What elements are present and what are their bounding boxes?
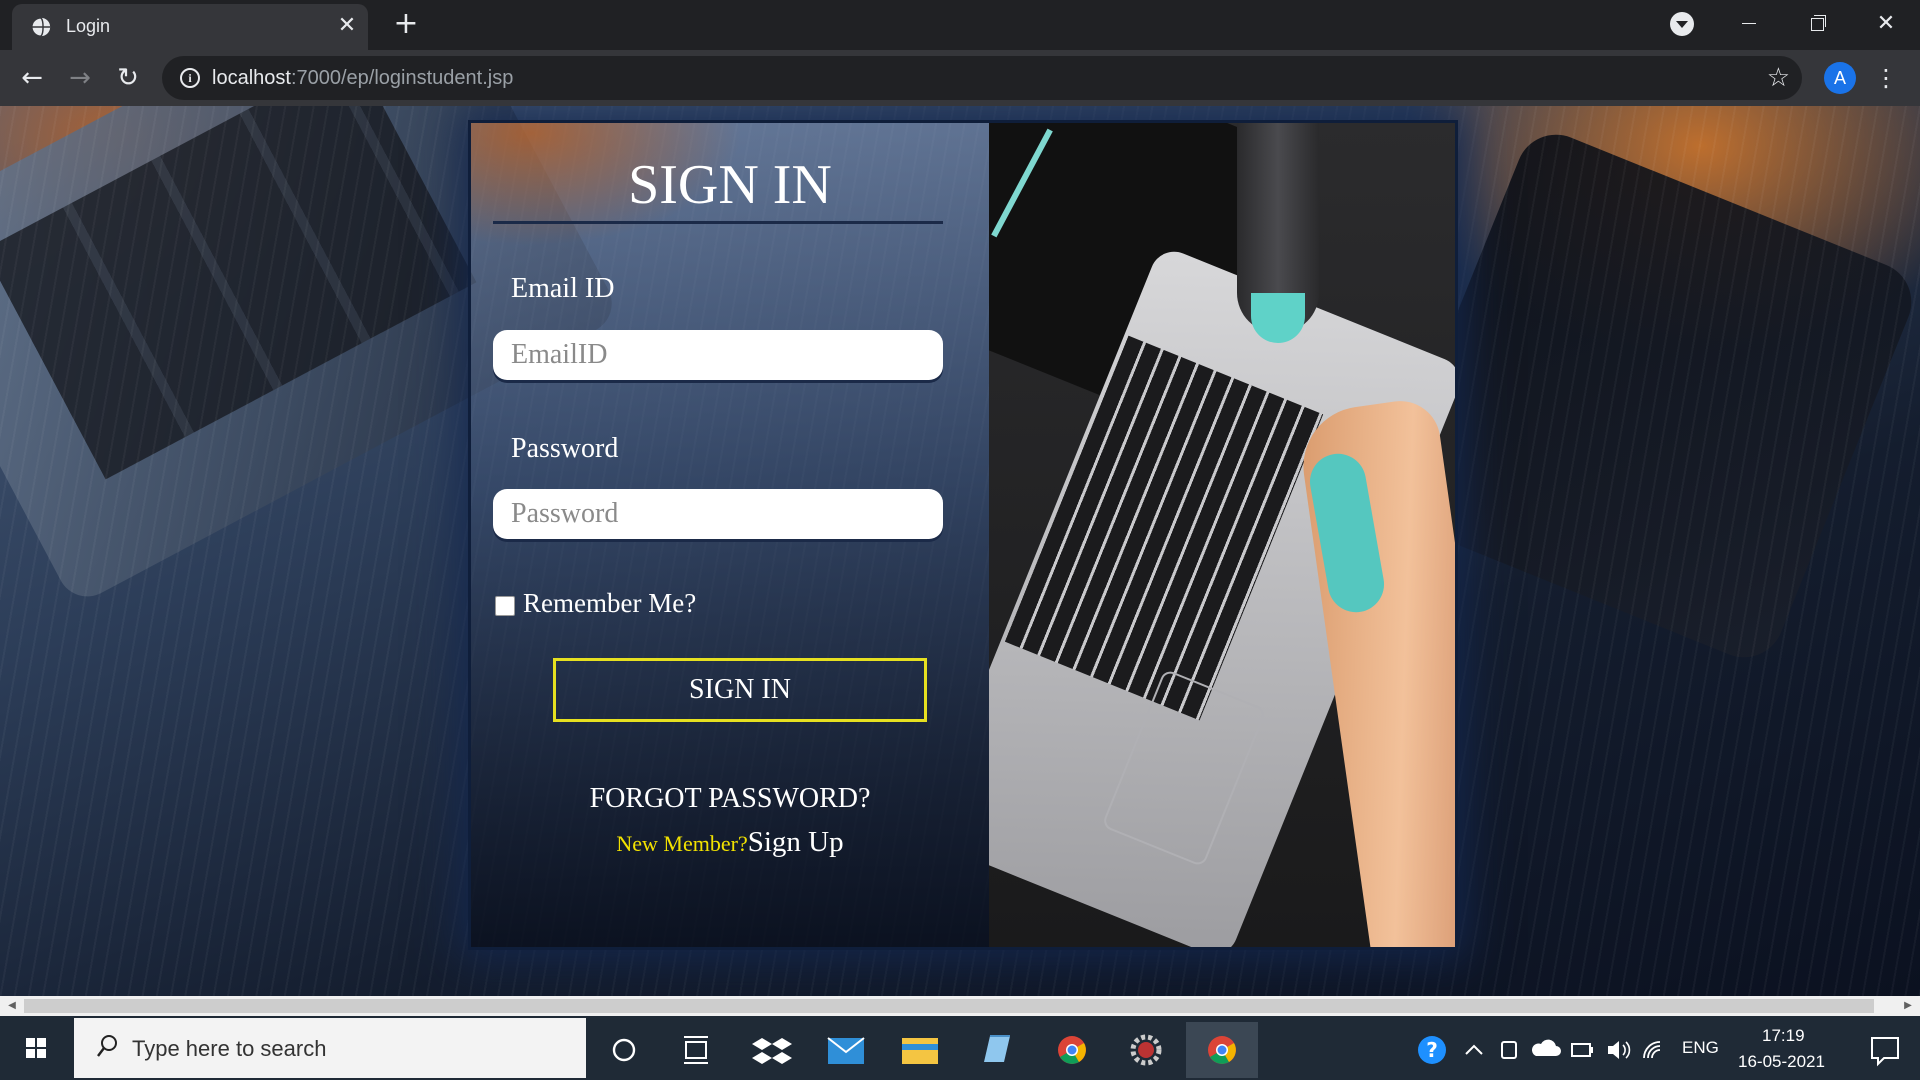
chrome-profile-icon[interactable] [1186,1022,1258,1078]
wifi-icon[interactable] [1636,1022,1672,1078]
browser-tabstrip: Login ✕ + ✕ [0,0,1920,50]
new-tab-button[interactable]: + [390,8,422,40]
photo-mug [1237,123,1319,343]
onedrive-cloud-icon[interactable] [1528,1022,1564,1078]
dropbox-icon[interactable] [736,1022,808,1078]
globe-icon [31,17,51,37]
sign-up-link[interactable]: Sign Up [748,826,844,858]
chevron-up-icon[interactable] [1456,1022,1492,1078]
restore-button[interactable] [1786,4,1846,44]
scrollbar-thumb[interactable] [24,999,1874,1013]
windows-start-icon[interactable] [0,1016,72,1080]
notification-icon[interactable] [1850,1022,1920,1078]
close-window-button[interactable]: ✕ [1856,4,1916,44]
forgot-password-link[interactable]: FORGOT PASSWORD? [471,783,989,815]
settings-gear-icon[interactable] [1110,1022,1182,1078]
login-panel: SIGN IN Email ID Password Remember Me? S… [468,120,1458,950]
bookmark-star-icon[interactable]: ☆ [1767,63,1790,93]
browser-toolbar: ← → ↻ i localhost:7000/ep/loginstudent.j… [0,50,1920,106]
clock-date[interactable]: 16-05-2021 [1738,1052,1825,1072]
site-info-icon[interactable]: i [180,68,200,88]
email-input[interactable] [493,330,943,380]
page-background: SIGN IN Email ID Password Remember Me? S… [0,106,1920,996]
new-member-text: New Member? [616,831,748,856]
browser-tab[interactable]: Login ✕ [12,4,368,50]
svg-text:?: ? [1426,1038,1438,1062]
file-explorer-icon[interactable] [884,1022,956,1078]
form-title: SIGN IN [628,154,832,216]
tab-title: Login [66,16,111,36]
scroll-left-arrow-icon[interactable]: ◀ [2,996,22,1016]
notepad-icon[interactable] [960,1022,1032,1078]
remember-me-checkbox[interactable] [495,596,515,616]
taskbar: Type here to search ? ENG 17:19 16-05-20… [0,1016,1920,1080]
laptop-photo [989,123,1455,947]
minimize-button[interactable] [1718,4,1778,44]
cortana-icon[interactable] [588,1022,660,1078]
signup-row: New Member?Sign Up [471,826,989,859]
reload-icon[interactable]: ↻ [110,60,146,96]
url-host: localhost [212,67,291,89]
address-bar[interactable]: i localhost:7000/ep/loginstudent.jsp ☆ [162,56,1802,100]
mail-icon[interactable] [810,1022,882,1078]
meet-now-icon[interactable] [1492,1022,1528,1078]
tab-search-icon[interactable] [1670,12,1694,36]
forward-arrow-icon[interactable]: → [62,60,98,96]
url-path: :7000/ep/loginstudent.jsp [290,67,514,89]
sign-in-button[interactable]: SIGN IN [553,658,927,722]
profile-avatar[interactable]: A [1824,62,1856,94]
battery-icon[interactable] [1564,1022,1600,1078]
browser-menu-icon[interactable]: ⋮ [1874,62,1898,94]
task-view-icon[interactable] [660,1022,732,1078]
clock-time[interactable]: 17:19 [1762,1026,1805,1046]
horizontal-scrollbar[interactable]: ◀ ▶ [0,996,1920,1016]
search-icon [97,1035,117,1057]
search-placeholder: Type here to search [132,1036,327,1061]
scroll-right-arrow-icon[interactable]: ▶ [1898,996,1918,1016]
chrome-icon[interactable] [1036,1022,1108,1078]
url-text[interactable]: localhost:7000/ep/loginstudent.jsp [212,67,513,90]
taskbar-search[interactable]: Type here to search [74,1018,586,1078]
email-label: Email ID [511,273,615,304]
password-label: Password [511,433,619,464]
back-arrow-icon[interactable]: ← [14,60,50,96]
tab-close-icon[interactable]: ✕ [334,13,360,39]
password-input[interactable] [493,489,943,539]
language-indicator[interactable]: ENG [1682,1038,1719,1058]
volume-icon[interactable] [1600,1022,1636,1078]
remember-me-label[interactable]: Remember Me? [523,588,696,619]
login-form: SIGN IN Email ID Password Remember Me? S… [471,123,989,947]
title-underline [493,221,943,224]
